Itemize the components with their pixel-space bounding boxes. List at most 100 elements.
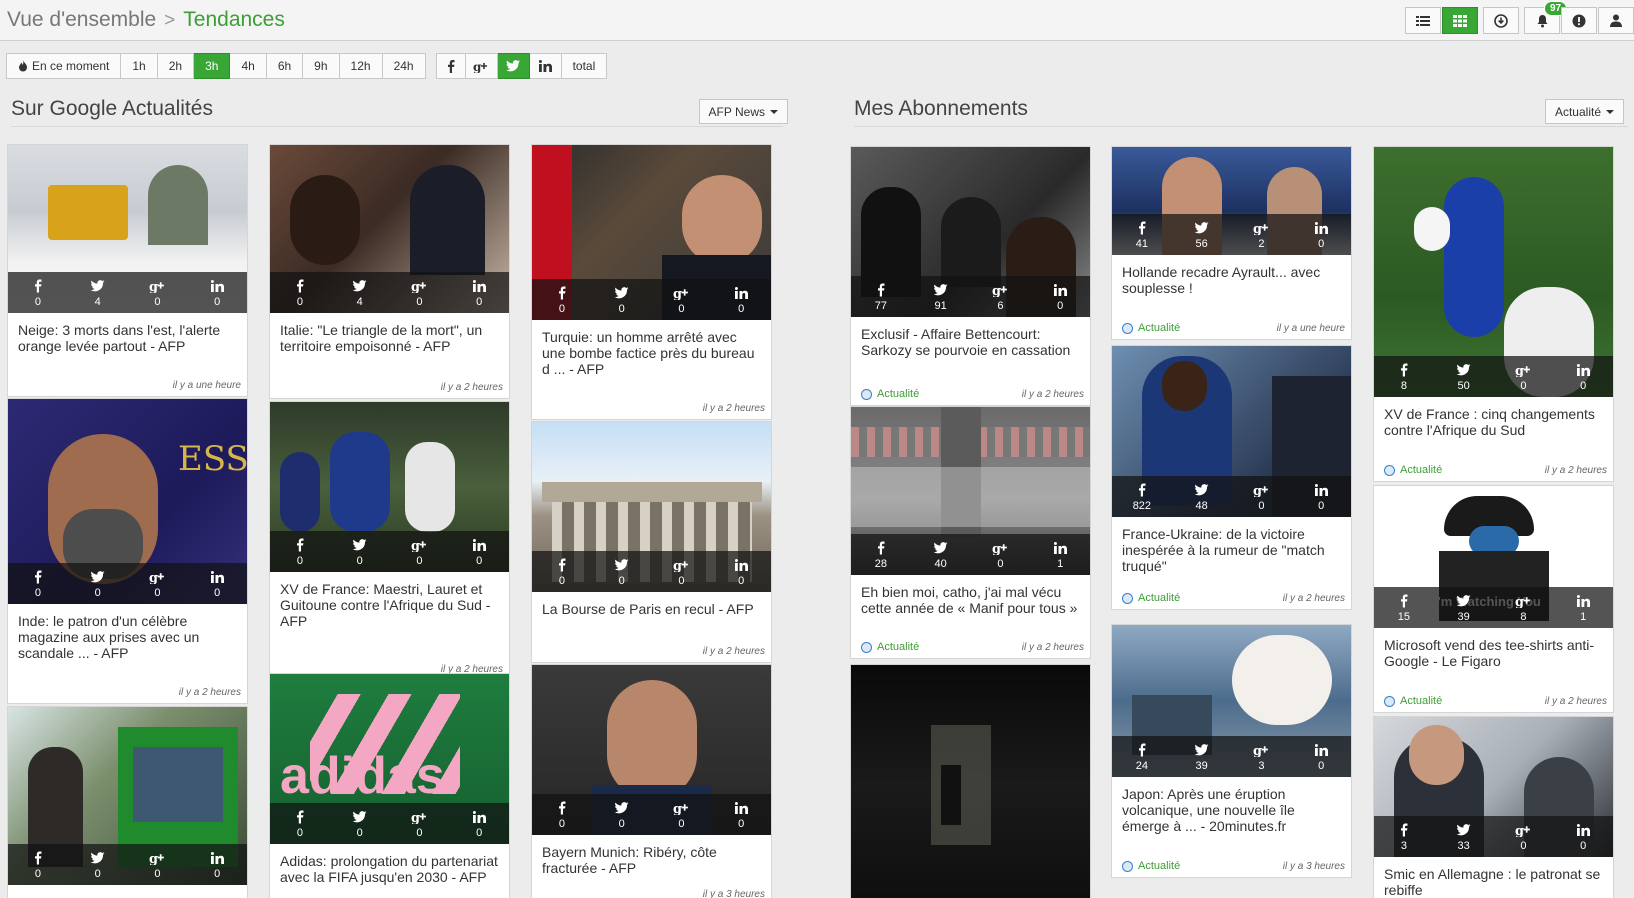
news-title[interactable]: Hollande recadre Ayrault... avec souples… [1112, 255, 1351, 320]
news-card[interactable] [850, 664, 1091, 898]
news-card[interactable]: 24 39 g 3 0 Japon: Après une éruption vo… [1111, 624, 1352, 878]
twitter-share[interactable]: 91 [911, 276, 971, 317]
news-image[interactable]: 822 48 g 0 0 [1112, 346, 1351, 517]
twitter-share[interactable]: 56 [1172, 214, 1232, 255]
linkedin-share[interactable]: 0 [1553, 816, 1613, 857]
news-card[interactable]: adidas 0 0 g 0 0 Adidas: prolongation du… [269, 673, 510, 898]
google-plus-share[interactable]: g 0 [971, 534, 1031, 575]
news-image[interactable]: 28 40 g 0 1 [851, 407, 1090, 575]
twitter-share[interactable]: 39 [1434, 587, 1494, 628]
news-title[interactable]: Japon: Après une éruption volcanique, un… [1112, 777, 1351, 858]
news-title[interactable]: La Bourse de Paris en recul - AFP [532, 592, 771, 643]
news-card[interactable]: 8 50 g 0 0 XV de France : cinq changemen… [1373, 146, 1614, 482]
linkedin-share[interactable]: 0 [1553, 356, 1613, 397]
news-image[interactable]: 8 50 g 0 0 [1374, 147, 1613, 397]
facebook-share[interactable]: 0 [532, 551, 592, 592]
news-image[interactable]: 3 33 g 0 0 [1374, 717, 1613, 857]
filter-twitter-button[interactable] [497, 53, 530, 79]
google-plus-share[interactable]: g 0 [390, 272, 450, 313]
news-title[interactable]: XV de France : cinq changements contre l… [1374, 397, 1613, 462]
news-title[interactable]: Adidas: prolongation du partenariat avec… [270, 844, 509, 888]
linkedin-share[interactable]: 0 [711, 551, 771, 592]
filter-12h[interactable]: 12h [339, 53, 383, 79]
facebook-share[interactable]: 0 [8, 272, 68, 313]
facebook-share[interactable]: 24 [1112, 736, 1172, 777]
twitter-share[interactable]: 33 [1434, 816, 1494, 857]
source-link[interactable]: Actualité [1384, 464, 1442, 476]
facebook-share[interactable]: 77 [851, 276, 911, 317]
news-title[interactable]: Exclusif - Affaire Bettencourt: Sarkozy … [851, 317, 1090, 386]
twitter-share[interactable]: 4 [68, 272, 128, 313]
news-title[interactable]: Smic en Allemagne : le patronat se rebif… [1374, 857, 1613, 898]
filter-2h[interactable]: 2h [157, 53, 195, 79]
news-card[interactable]: 28 40 g 0 1 Eh bien moi, catho, j'ai mal… [850, 406, 1091, 659]
news-title[interactable]: Bayern Munich: Ribéry, côte fracturée - … [532, 835, 771, 886]
source-link[interactable]: Actualité [1384, 695, 1442, 707]
news-title[interactable]: Turquie: un homme arrêté avec une bombe … [532, 320, 771, 400]
google-plus-share[interactable]: g 0 [652, 794, 712, 835]
filter-now-button[interactable]: En ce moment [6, 53, 122, 79]
alert-button[interactable] [1561, 7, 1597, 34]
google-plus-share[interactable]: g 0 [128, 272, 188, 313]
twitter-share[interactable]: 39 [1172, 736, 1232, 777]
filter-6h[interactable]: 6h [266, 53, 304, 79]
google-plus-share[interactable]: g 0 [1232, 476, 1292, 517]
user-menu-button[interactable] [1598, 7, 1634, 34]
twitter-share[interactable]: 0 [592, 551, 652, 592]
news-image[interactable]: 0 0 g 0 0 [532, 665, 771, 835]
twitter-share[interactable]: 48 [1172, 476, 1232, 517]
linkedin-share[interactable]: 0 [711, 794, 771, 835]
news-image[interactable]: 0 0 g 0 0 [532, 422, 771, 592]
facebook-share[interactable]: 0 [270, 803, 330, 844]
facebook-share[interactable]: 0 [532, 794, 592, 835]
news-image[interactable] [851, 665, 1090, 898]
facebook-share[interactable]: 15 [1374, 587, 1434, 628]
news-card[interactable]: 822 48 g 0 0 France-Ukraine: de la victo… [1111, 345, 1352, 610]
news-image[interactable]: adidas 0 0 g 0 0 [270, 674, 509, 844]
twitter-share[interactable]: 0 [592, 794, 652, 835]
google-plus-share[interactable]: g 0 [652, 279, 712, 320]
linkedin-share[interactable]: 1 [1030, 534, 1090, 575]
source-link[interactable]: Actualité [861, 641, 919, 653]
news-title[interactable]: France-Ukraine: de la victoire inespérée… [1112, 517, 1351, 590]
news-image[interactable]: 24 39 g 3 0 [1112, 625, 1351, 777]
facebook-share[interactable]: 0 [8, 844, 68, 885]
news-card[interactable]: 0 0 g 0 0 La Bourse de Paris en recul - … [531, 421, 772, 663]
filter-google-plus-button[interactable]: g [465, 53, 498, 79]
news-image[interactable]: 0 0 g 0 0 [270, 402, 509, 572]
google-plus-share[interactable]: g 0 [128, 563, 188, 604]
linkedin-share[interactable]: 1 [1553, 587, 1613, 628]
filter-24h[interactable]: 24h [382, 53, 426, 79]
news-image[interactable]: 0 4 g 0 0 [270, 145, 509, 313]
twitter-share[interactable]: 0 [68, 563, 128, 604]
google-plus-share[interactable]: g 6 [971, 276, 1031, 317]
twitter-share[interactable]: 0 [68, 844, 128, 885]
linkedin-share[interactable]: 0 [1291, 214, 1351, 255]
facebook-share[interactable]: 0 [532, 279, 592, 320]
source-link[interactable]: Actualité [1122, 592, 1180, 604]
news-title[interactable]: XV de France: Maestri, Lauret et Guitoun… [270, 572, 509, 661]
linkedin-share[interactable]: 0 [187, 844, 247, 885]
news-card[interactable]: 0 4 g 0 0 Italie: "Le triangle de la mor… [269, 144, 510, 399]
linkedin-share[interactable]: 0 [1291, 736, 1351, 777]
facebook-share[interactable]: 28 [851, 534, 911, 575]
twitter-share[interactable]: 0 [592, 279, 652, 320]
news-card[interactable]: 41 56 g 2 0 Hollande recadre Ayrault... … [1111, 146, 1352, 340]
notifications-button[interactable]: 97 [1524, 1, 1568, 34]
news-image[interactable]: 0 0 g 0 0 [8, 707, 247, 885]
google-plus-share[interactable]: g 8 [1494, 587, 1554, 628]
actualite-dropdown[interactable]: Actualité [1544, 99, 1624, 124]
news-image[interactable]: I'm Watching You 15 39 g 8 1 [1374, 486, 1613, 628]
news-title[interactable]: Inde: le patron d'un célèbre magazine au… [8, 604, 247, 684]
linkedin-share[interactable]: 0 [449, 531, 509, 572]
facebook-share[interactable]: 0 [8, 563, 68, 604]
breadcrumb-parent[interactable]: Vue d'ensemble [7, 8, 156, 31]
news-image[interactable]: 0 4 g 0 0 [8, 145, 247, 313]
facebook-share[interactable]: 8 [1374, 356, 1434, 397]
source-link[interactable]: Actualité [1122, 860, 1180, 872]
news-title[interactable]: Italie: "Le triangle de la mort", un ter… [270, 313, 509, 379]
news-image[interactable]: 0 0 g 0 0 [532, 145, 771, 320]
news-title[interactable] [8, 885, 247, 894]
facebook-share[interactable]: 41 [1112, 214, 1172, 255]
twitter-share[interactable]: 50 [1434, 356, 1494, 397]
